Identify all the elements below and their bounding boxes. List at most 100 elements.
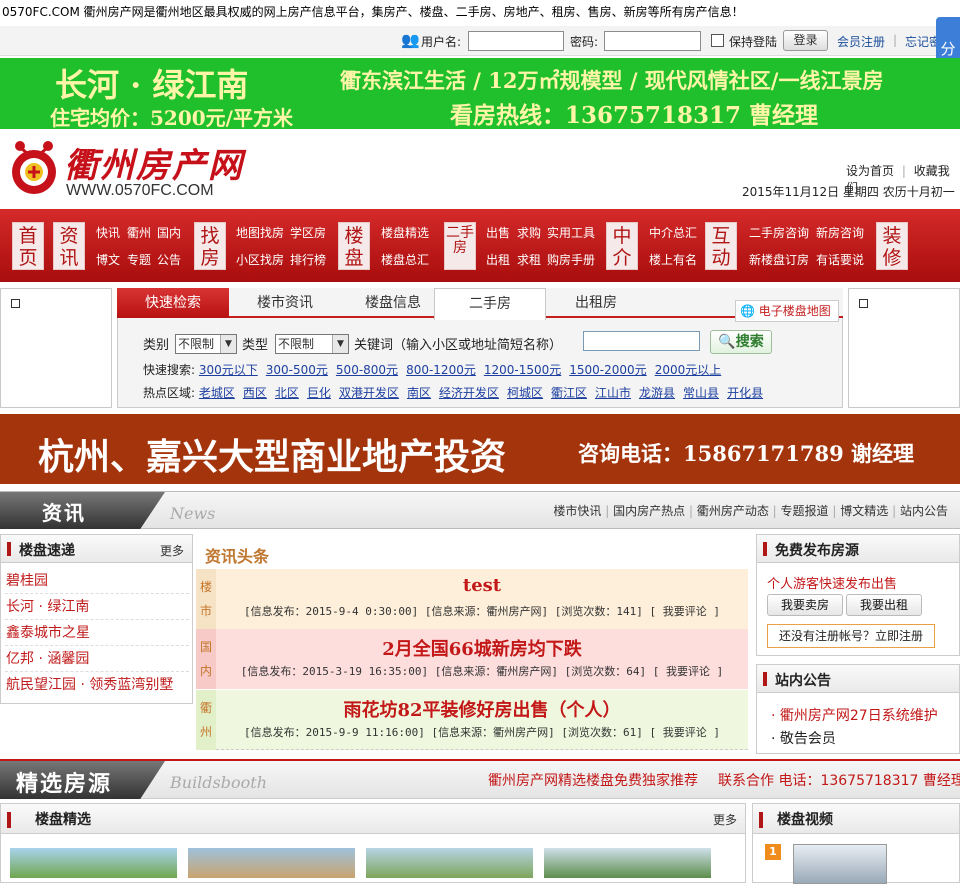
area-link[interactable]: 西区 <box>243 386 267 400</box>
nav-news-domestic[interactable]: 国内 <box>157 224 181 241</box>
rent-out-button[interactable]: 我要出租 <box>846 594 922 616</box>
area-link[interactable]: 江山市 <box>595 386 631 400</box>
login-button[interactable]: 登录 <box>783 30 828 51</box>
area-link[interactable]: 常山县 <box>683 386 719 400</box>
register-link[interactable]: 会员注册 <box>837 33 885 50</box>
quick-link[interactable]: 800-1200元 <box>406 363 476 377</box>
quick-link[interactable]: 300-500元 <box>266 363 328 377</box>
nav-interact[interactable]: 互动 <box>705 222 737 270</box>
nav-say[interactable]: 有话要说 <box>816 251 864 268</box>
logo-icon[interactable] <box>8 138 60 198</box>
tab-rental[interactable]: 出租房 <box>540 288 652 318</box>
express-item[interactable]: 亿邦 · 涵馨园 <box>6 648 89 668</box>
estate-thumbnail[interactable] <box>366 848 533 878</box>
nav-new-consult[interactable]: 新房咨询 <box>816 224 864 241</box>
news-link[interactable]: 博文精选 <box>840 504 888 518</box>
express-item[interactable]: 长河 · 绿江南 <box>6 596 89 616</box>
area-link[interactable]: 经济开发区 <box>439 386 499 400</box>
tab-market-news[interactable]: 楼市资讯 <box>229 288 341 318</box>
quick-link[interactable]: 1200-1500元 <box>484 363 561 377</box>
express-more[interactable]: 更多 <box>160 542 184 559</box>
nav-sell[interactable]: 出售 <box>486 224 510 241</box>
express-item[interactable]: 航民望江园 · 领秀蓝湾别墅 <box>6 674 173 694</box>
nav-estate[interactable]: 楼盘 <box>338 222 370 270</box>
nav-estate-pick[interactable]: 楼盘精选 <box>381 224 429 241</box>
nav-news[interactable]: 资讯 <box>53 222 85 270</box>
estate-thumbnail[interactable] <box>188 848 355 878</box>
nav-community[interactable]: 小区找房 <box>236 251 284 268</box>
nav-second[interactable]: 二手房 <box>444 222 476 270</box>
set-home-link[interactable]: 设为首页 <box>846 164 894 178</box>
estate-thumbnail[interactable] <box>10 848 177 878</box>
quick-link[interactable]: 500-800元 <box>336 363 398 377</box>
username-input[interactable] <box>468 31 564 51</box>
nav-let[interactable]: 出租 <box>486 251 510 268</box>
area-link[interactable]: 老城区 <box>199 386 235 400</box>
map-button[interactable]: 🌐 电子楼盘地图 <box>735 300 839 322</box>
search-button[interactable]: 🔍搜索 <box>710 330 772 354</box>
nav-new-book[interactable]: 新楼盘订房 <box>749 251 809 268</box>
tab-estate-info[interactable]: 楼盘信息 <box>337 288 449 318</box>
tab-second-hand[interactable]: 二手房 <box>434 288 546 320</box>
category-select[interactable]: 不限制 ▼ <box>175 334 237 354</box>
area-link[interactable]: 北区 <box>275 386 299 400</box>
headline-item[interactable]: 国内 2月全国66城新房均下跌 [信息发布：2015-3-19 16:35:00… <box>196 629 748 689</box>
quick-link[interactable]: 2000元以上 <box>655 363 722 377</box>
nav-school[interactable]: 学区房 <box>290 224 326 241</box>
headline-item[interactable]: 楼市 test [信息发布：2015-9-4 0:30:00] [信息来源：衢州… <box>196 569 748 629</box>
logo-title[interactable]: 衢州房产网 <box>64 138 244 187</box>
notice-item[interactable]: · 衢州房产网27日系统维护 <box>771 705 938 725</box>
area-link[interactable]: 双港开发区 <box>339 386 399 400</box>
type-select[interactable]: 不限制 ▼ <box>275 334 349 354</box>
quick-link[interactable]: 1500-2000元 <box>569 363 646 377</box>
sell-house-button[interactable]: 我要卖房 <box>767 594 843 616</box>
video-thumbnail[interactable] <box>793 844 887 884</box>
nav-rent[interactable]: 求租 <box>517 251 541 268</box>
tab-quick-search[interactable]: 快速检索 <box>117 288 229 318</box>
headline-title-text[interactable]: test <box>216 575 748 596</box>
area-link[interactable]: 南区 <box>407 386 431 400</box>
quick-link[interactable]: 300元以下 <box>199 363 258 377</box>
nav-tools[interactable]: 实用工具 <box>547 224 595 241</box>
headline-title-text[interactable]: 2月全国66城新房均下跌 <box>216 635 748 661</box>
register-prompt[interactable]: 还没有注册帐号？立即注册 <box>767 624 935 648</box>
estate-thumbnail[interactable] <box>544 848 711 878</box>
area-link[interactable]: 柯城区 <box>507 386 543 400</box>
headline-item[interactable]: 衢州 雨花坊82平装修好房出售（个人） [信息发布：2015-9-9 11:16… <box>196 690 748 750</box>
news-link[interactable]: 衢州房产动态 <box>697 504 769 518</box>
nav-find[interactable]: 找房 <box>194 222 226 270</box>
nav-map-find[interactable]: 地图找房 <box>236 224 284 241</box>
builds-more[interactable]: 更多 <box>713 811 737 828</box>
nav-home[interactable]: 首页 <box>12 222 44 270</box>
nav-agent-all[interactable]: 中介总汇 <box>649 224 697 241</box>
news-link[interactable]: 楼市快讯 <box>553 504 601 518</box>
nav-agent-famous[interactable]: 楼上有名 <box>649 251 697 268</box>
password-input[interactable] <box>604 31 701 51</box>
notice-item[interactable]: · 敬告会员 <box>771 728 836 748</box>
nav-news-topic[interactable]: 专题 <box>127 251 151 268</box>
news-link[interactable]: 国内房产热点 <box>613 504 685 518</box>
nav-agent[interactable]: 中介 <box>606 222 638 270</box>
green-ad-banner[interactable]: 长河 · 绿江南 住宅均价：5200元/平方米 衢东滨江生活 / 12万㎡规模型… <box>0 58 960 130</box>
express-item[interactable]: 碧桂园 <box>6 570 48 590</box>
news-link[interactable]: 站内公告 <box>900 504 948 518</box>
area-link[interactable]: 开化县 <box>727 386 763 400</box>
nav-decor[interactable]: 装修 <box>876 222 908 270</box>
area-link[interactable]: 衢江区 <box>551 386 587 400</box>
nav-estate-all[interactable]: 楼盘总汇 <box>381 251 429 268</box>
area-link[interactable]: 巨化 <box>307 386 331 400</box>
remember-checkbox[interactable] <box>711 34 724 47</box>
nav-news-flash[interactable]: 快讯 <box>96 224 120 241</box>
nav-news-blog[interactable]: 博文 <box>96 251 120 268</box>
builds-promo[interactable]: 衢州房产网精选楼盘免费独家推荐 <box>488 770 698 790</box>
nav-news-notice[interactable]: 公告 <box>157 251 181 268</box>
nav-second-consult[interactable]: 二手房咨询 <box>749 224 809 241</box>
express-item[interactable]: 鑫泰城市之星 <box>6 622 90 642</box>
brown-ad-banner[interactable]: 杭州、嘉兴大型商业地产投资 咨询电话：15867171789 谢经理 <box>0 414 960 484</box>
headline-title-text[interactable]: 雨花坊82平装修好房出售（个人） <box>216 696 748 722</box>
nav-news-quzhou[interactable]: 衢州 <box>127 224 151 241</box>
news-link[interactable]: 专题报道 <box>781 504 829 518</box>
nav-buy[interactable]: 求购 <box>517 224 541 241</box>
area-link[interactable]: 龙游县 <box>639 386 675 400</box>
nav-manual[interactable]: 购房手册 <box>547 251 595 268</box>
